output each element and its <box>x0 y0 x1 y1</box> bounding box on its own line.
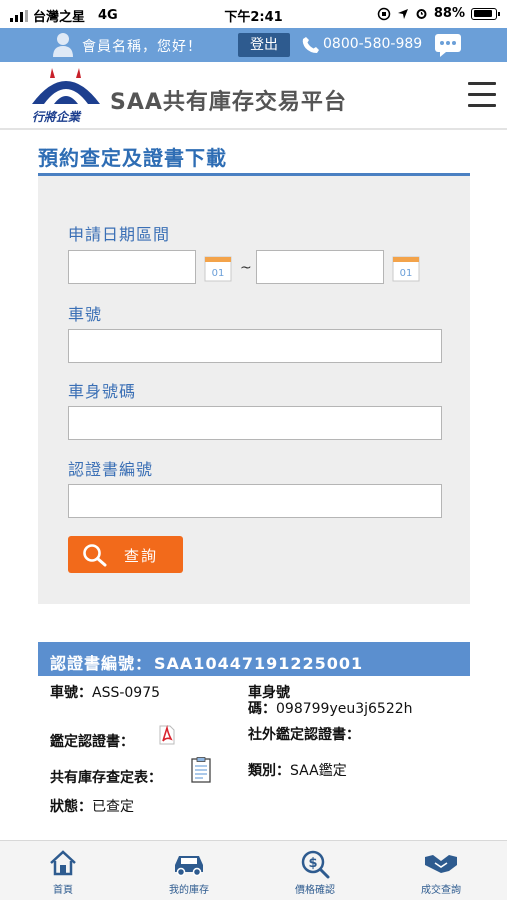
vin-label: 車身號碼 <box>68 382 137 401</box>
nav-label-price-check: 價格確認 <box>295 885 335 896</box>
cert-number-input[interactable] <box>68 484 442 518</box>
chat-icon[interactable] <box>434 32 462 58</box>
account-bar: 會員名稱，您好！ 登出 0800-580-989 <box>0 28 507 62</box>
nav-label-home: 首頁 <box>53 885 73 896</box>
date-end-input[interactable] <box>256 250 384 284</box>
dollar-search-icon: $ <box>301 850 330 879</box>
calendar-icon[interactable]: 01 <box>392 254 420 282</box>
search-form: 申請日期區間 01 ~ 01 車號 車身號碼 認證書編號 查詢 <box>38 176 470 604</box>
status-right: 88% <box>377 6 500 21</box>
category-value: SAA鑑定 <box>290 763 347 779</box>
category-field: 類別：SAA鑑定 <box>248 760 347 780</box>
plate-field-value: ASS-0975 <box>92 685 161 701</box>
status-field: 狀態：已查定 <box>50 796 134 816</box>
member-greeting: 會員名稱，您好！ <box>82 39 202 55</box>
cert-header-label: 認證書編號： <box>50 654 153 673</box>
vin-input[interactable] <box>68 406 442 440</box>
location-icon <box>397 8 408 19</box>
calendar-icon-text: 01 <box>212 268 225 279</box>
alarm-icon <box>416 9 427 19</box>
battery-percent: 88% <box>433 6 465 21</box>
orientation-lock-icon <box>377 7 391 20</box>
plate-label: 車號 <box>68 305 103 324</box>
page-title: 預約查定及證書下載 <box>38 146 227 170</box>
external-cert-label: 社外鑑定認證書： <box>248 727 360 743</box>
plate-field: 車號：ASS-0975 <box>50 682 160 702</box>
appraisal-cert-label: 鑑定認證書： <box>50 734 134 750</box>
calendar-icon-text: 01 <box>400 268 413 279</box>
nav-item-inventory[interactable]: 我的庫存 <box>126 841 252 900</box>
nav-label-inventory: 我的庫存 <box>169 885 209 896</box>
plate-field-label: 車號： <box>50 685 92 701</box>
site-header: 行將企業 SAA共有庫存交易平台 <box>0 62 507 130</box>
document-icon[interactable] <box>190 757 212 783</box>
logout-button[interactable]: 登出 <box>238 33 290 57</box>
category-label: 類別： <box>248 763 290 779</box>
inventory-sheet-label: 共有庫存查定表： <box>50 770 162 786</box>
result-card-header: 認證書編號： SAA10447191225001 <box>38 642 470 676</box>
search-button-label: 查詢 <box>124 547 159 565</box>
vin-field: 碼：098799yeu3j6522h <box>248 698 413 718</box>
cert-number-label: 認證書編號 <box>68 460 154 479</box>
user-icon <box>53 33 73 57</box>
vin-field-value: 098799yeu3j6522h <box>276 701 413 717</box>
date-range-label: 申請日期區間 <box>68 225 171 244</box>
nav-label-deals: 成交查詢 <box>421 885 461 896</box>
hotline-number[interactable]: 0800-580-989 <box>323 36 422 52</box>
date-separator: ~ <box>240 260 252 276</box>
nav-item-home[interactable]: 首頁 <box>0 841 126 900</box>
status-label: 狀態： <box>50 799 92 815</box>
car-icon <box>175 856 203 877</box>
home-icon <box>50 850 76 876</box>
hamburger-icon[interactable] <box>468 82 496 108</box>
calendar-icon[interactable]: 01 <box>204 254 232 282</box>
date-start-input[interactable] <box>68 250 196 284</box>
nav-item-deals[interactable]: 成交查詢 <box>378 841 504 900</box>
status-value: 已查定 <box>92 799 134 815</box>
handshake-icon <box>425 855 457 873</box>
battery-icon <box>471 7 500 20</box>
vin-field-label-2: 碼： <box>248 701 276 717</box>
pdf-icon[interactable] <box>158 725 176 745</box>
phone-icon <box>302 37 319 53</box>
search-icon <box>83 544 107 567</box>
app-title: SAA共有庫存交易平台 <box>110 90 347 115</box>
logo-text: 行將企業 <box>32 110 81 124</box>
svg-text:$: $ <box>308 856 317 871</box>
nav-item-price-check[interactable]: $ 價格確認 <box>252 841 378 900</box>
status-bar: 台灣之星 4G 下午2:41 88% <box>0 0 507 28</box>
cert-number-value: SAA10447191225001 <box>154 654 364 673</box>
plate-input[interactable] <box>68 329 442 363</box>
bottom-nav: 首頁 我的庫存 $ 價格確認 成交查詢 <box>0 840 507 900</box>
search-button[interactable]: 查詢 <box>68 536 183 573</box>
